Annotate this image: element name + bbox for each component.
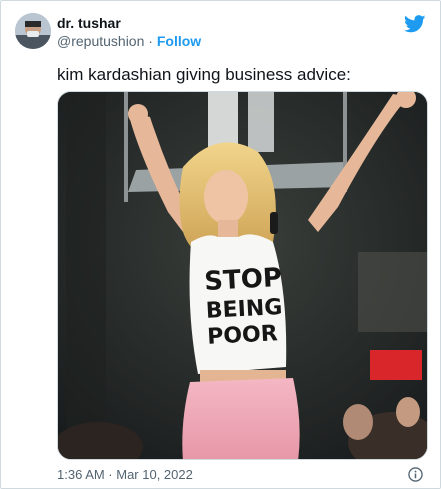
author-handle[interactable]: @reputushion [57,33,144,49]
tweet-text: kim kardashian giving business advice: [57,65,351,84]
separator-dot: · [148,33,153,49]
tweet-timestamp[interactable]: 1:36 AM · Mar 10, 2022 [57,467,193,483]
tweet-header: dr. tushar @reputushion · Follow [13,11,428,55]
author-display-name[interactable]: dr. tushar [57,14,201,32]
twitter-bird-icon[interactable] [404,15,426,33]
photo-scene: STOP BEING POOR [58,92,427,459]
follow-button[interactable]: Follow [157,33,201,49]
shirt-line-3: POOR [207,321,279,350]
shirt-line-2: BEING [205,295,283,324]
tweet-card: dr. tushar @reputushion · Follow kim kar… [0,0,441,489]
tweet-photo[interactable]: STOP BEING POOR [57,91,428,460]
author-handle-row: @reputushion · Follow [57,32,201,50]
shirt-line-1: STOP [204,263,283,297]
author-names: dr. tushar @reputushion · Follow [57,14,201,50]
shirt-text: STOP BEING POOR [204,263,283,350]
info-icon[interactable] [408,467,423,482]
avatar-image [15,13,51,49]
avatar[interactable] [15,13,51,49]
